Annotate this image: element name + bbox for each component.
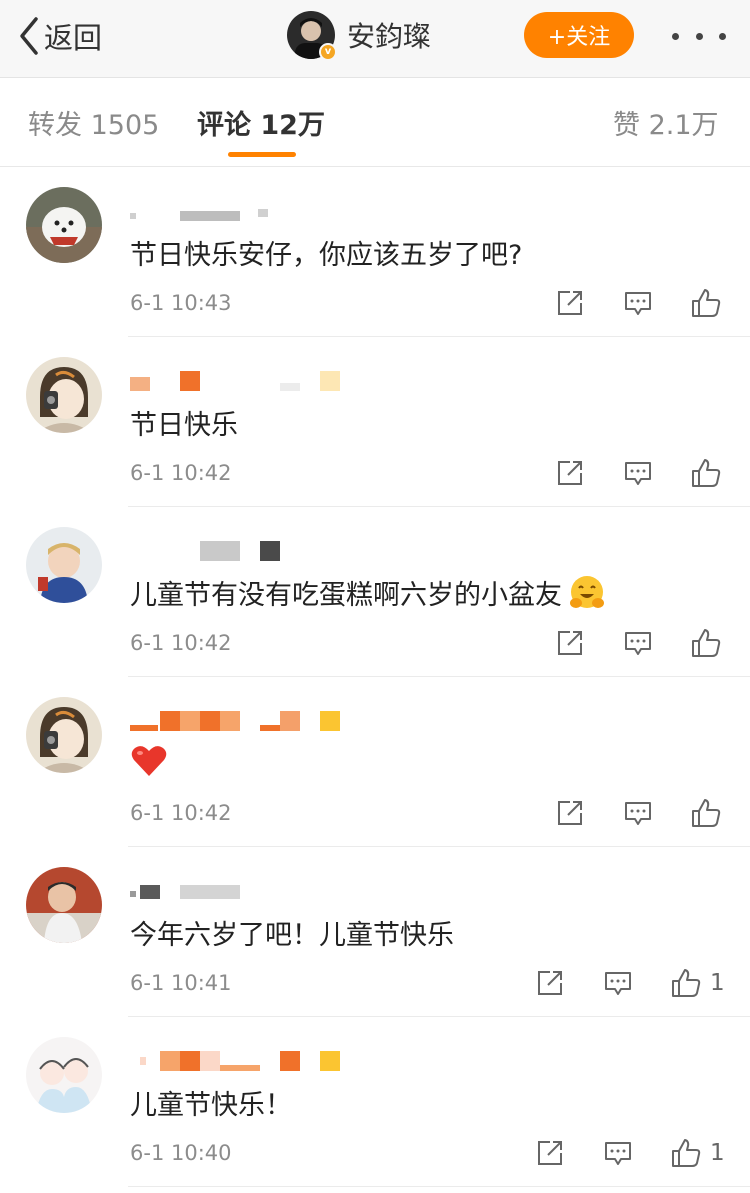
tab-likes[interactable]: 赞 2.1万 [613, 103, 719, 142]
like-icon [690, 797, 722, 829]
hugging-face-emoji [568, 574, 606, 612]
comment-item: 6-1 10:42 [0, 677, 750, 847]
comment-text: 今年六岁了吧！儿童节快乐 [130, 920, 454, 951]
repost-icon[interactable] [536, 1135, 564, 1171]
repost-icon[interactable] [556, 455, 584, 491]
tab-reposts[interactable]: 转发 1505 [28, 103, 159, 142]
like-icon [690, 457, 722, 489]
tab-comments[interactable]: 评论 12万 [197, 103, 325, 142]
commenter-avatar[interactable] [26, 357, 102, 433]
reply-icon[interactable] [624, 625, 652, 661]
comment-timestamp: 6-1 10:42 [130, 631, 232, 655]
profile-avatar[interactable]: v [287, 11, 337, 61]
repost-icon[interactable] [556, 285, 584, 321]
comment-timestamp: 6-1 10:41 [130, 971, 232, 995]
comment-timestamp: 6-1 10:42 [130, 801, 232, 825]
like-button[interactable] [690, 455, 730, 491]
comment-item: 今年六岁了吧！儿童节快乐 6-1 10:41 1 [0, 847, 750, 1017]
comment-text: 儿童节快乐！ [130, 1090, 292, 1121]
like-count: 1 [710, 1140, 725, 1166]
like-icon [690, 627, 722, 659]
top-nav-bar: 返回 v 安鈞璨 +关注 [0, 0, 750, 78]
comment-item: 节日快乐 6-1 10:42 [0, 337, 750, 507]
repost-icon[interactable] [556, 795, 584, 831]
commenter-avatar[interactable] [26, 187, 102, 263]
chevron-left-icon [18, 16, 40, 56]
like-icon [670, 1137, 702, 1169]
profile-header[interactable]: v 安鈞璨 [287, 11, 432, 61]
comment-text: 节日快乐安仔，你应该五岁了吧? [130, 240, 523, 271]
tab-bar: 转发 1505 评论 12万 赞 2.1万 [0, 79, 750, 167]
like-button[interactable]: 1 [670, 965, 725, 1001]
username-blurred[interactable] [130, 881, 360, 901]
back-button[interactable]: 返回 [18, 14, 102, 58]
commenter-avatar[interactable] [26, 1037, 102, 1113]
verified-icon: v [319, 43, 337, 61]
comment-timestamp: 6-1 10:42 [130, 461, 232, 485]
back-label: 返回 [44, 21, 103, 55]
username-blurred[interactable] [130, 1051, 360, 1071]
red-heart-emoji [130, 743, 168, 779]
comment-item: 儿童节有没有吃蛋糕啊六岁的小盆友 6-1 10:42 [0, 507, 750, 677]
reply-icon[interactable] [624, 285, 652, 321]
repost-icon[interactable] [556, 625, 584, 661]
follow-button[interactable]: +关注 [524, 12, 634, 58]
like-button[interactable] [690, 625, 730, 661]
username-blurred[interactable] [130, 201, 360, 221]
comment-item: 节日快乐安仔，你应该五岁了吧? 6-1 10:43 [0, 167, 750, 337]
profile-name: 安鈞璨 [347, 20, 432, 53]
comment-item: 儿童节快乐！ 6-1 10:40 1 [0, 1017, 750, 1187]
like-button[interactable] [690, 285, 730, 321]
like-count: 1 [710, 970, 725, 996]
comment-text: 儿童节有没有吃蛋糕啊六岁的小盆友 [130, 573, 606, 612]
reply-icon[interactable] [624, 455, 652, 491]
commenter-avatar[interactable] [26, 697, 102, 773]
comment-timestamp: 6-1 10:43 [130, 291, 232, 315]
comment-text: 节日快乐 [130, 410, 238, 441]
username-blurred[interactable] [130, 541, 360, 561]
username-blurred[interactable] [130, 711, 360, 731]
reply-icon[interactable] [604, 965, 632, 1001]
like-icon [690, 287, 722, 319]
active-tab-indicator [228, 152, 296, 157]
username-blurred[interactable] [130, 371, 360, 391]
like-icon [670, 967, 702, 999]
more-icon[interactable] [672, 22, 726, 50]
reply-icon[interactable] [604, 1135, 632, 1171]
commenter-avatar[interactable] [26, 867, 102, 943]
like-button[interactable]: 1 [670, 1135, 725, 1171]
reply-icon[interactable] [624, 795, 652, 831]
repost-icon[interactable] [536, 965, 564, 1001]
commenter-avatar[interactable] [26, 527, 102, 603]
comment-timestamp: 6-1 10:40 [130, 1141, 232, 1165]
like-button[interactable] [690, 795, 730, 831]
divider [128, 1186, 750, 1187]
comment-text [130, 743, 168, 779]
